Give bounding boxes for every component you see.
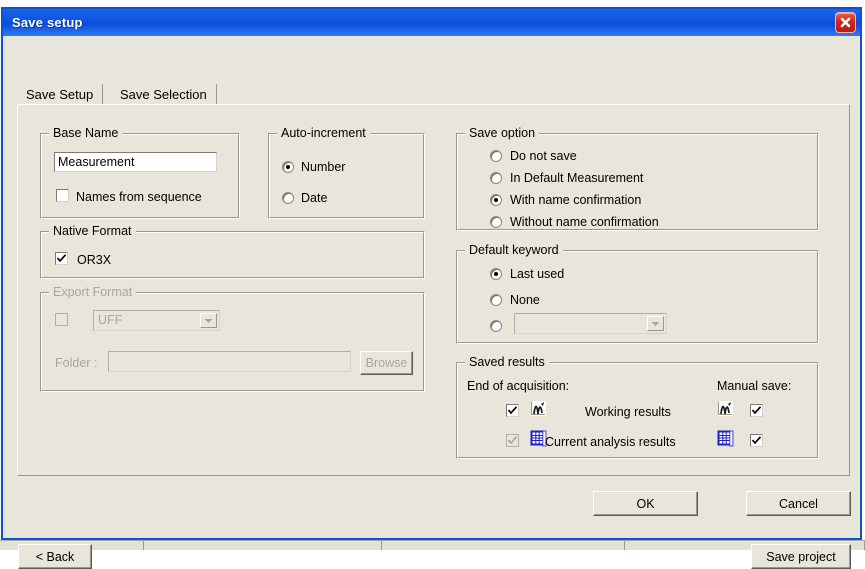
browse-button-label: Browse [365, 356, 408, 370]
radio-auto-increment-date[interactable] [282, 192, 294, 204]
cancel-button-label: Cancel [779, 496, 818, 511]
save-project-button[interactable]: Save project [751, 544, 851, 569]
group-native-format-title: Native Format [49, 224, 136, 238]
names-from-sequence-checkbox[interactable] [56, 189, 69, 202]
title-bar[interactable]: Save setup [3, 9, 860, 36]
current-analysis-results-label: Current analysis results [545, 435, 676, 449]
waveform-icon [530, 400, 547, 417]
save-setup-dialog: Save setup Save Setup Save Selection Bas… [1, 7, 862, 569]
radio-keyword-none[interactable] [490, 294, 502, 306]
or3x-label: OR3X [77, 253, 112, 267]
end-of-acquisition-current-analysis-results-checkbox[interactable] [506, 434, 519, 447]
radio-without-name-confirmation[interactable] [490, 216, 502, 228]
end-of-acquisition-working-results-checkbox[interactable] [506, 404, 519, 417]
radio-with-name-confirmation[interactable] [490, 194, 502, 206]
export-format-combo-value: UFF [98, 313, 123, 327]
radio-do-not-save-label: Do not save [510, 149, 577, 163]
end-of-acquisition-label: End of acquisition: [467, 379, 570, 393]
browse-button[interactable]: Browse [360, 351, 413, 375]
tab-save-selection[interactable]: Save Selection [111, 84, 217, 106]
manual-save-label: Manual save: [717, 379, 792, 393]
ok-button[interactable]: OK [593, 491, 698, 516]
base-name-input[interactable] [54, 152, 217, 172]
radio-in-default-measurement[interactable] [490, 172, 502, 184]
group-auto-increment: Auto-increment Number Date [268, 126, 425, 219]
radio-with-name-confirmation-label: With name confirmation [510, 193, 642, 207]
group-saved-results-title: Saved results [465, 355, 549, 369]
group-native-format: Native Format OR3X [40, 224, 425, 279]
export-folder-label: Folder : [55, 356, 98, 370]
or3x-checkbox[interactable] [55, 252, 68, 265]
names-from-sequence-label: Names from sequence [76, 190, 202, 204]
group-default-keyword-title: Default keyword [465, 243, 563, 257]
group-default-keyword: Default keyword Last used None [456, 243, 819, 344]
working-results-label: Working results [585, 405, 671, 419]
back-button-label: < Back [35, 549, 75, 564]
window-title: Save setup [12, 15, 83, 30]
radio-keyword-last-used-label: Last used [510, 267, 565, 281]
group-saved-results: Saved results End of acquisition: Manual… [456, 355, 819, 459]
chevron-down-icon[interactable] [200, 313, 217, 328]
dialog-client-area: Save Setup Save Selection Base Name Name… [3, 36, 860, 569]
group-save-option-title: Save option [465, 126, 540, 140]
ok-button-label: OK [636, 496, 655, 511]
default-keyword-combo[interactable] [514, 313, 667, 334]
export-folder-input[interactable] [108, 351, 351, 372]
tab-save-setup[interactable]: Save Setup [17, 84, 104, 106]
radio-auto-increment-number-label: Number [301, 160, 346, 174]
radio-keyword-none-label: None [510, 293, 540, 307]
save-project-button-label: Save project [766, 549, 836, 564]
radio-in-default-measurement-label: In Default Measurement [510, 171, 644, 185]
export-format-enable-checkbox[interactable] [55, 313, 68, 326]
chevron-down-icon[interactable] [647, 316, 664, 331]
export-format-combo[interactable]: UFF [93, 310, 220, 331]
close-icon[interactable] [835, 12, 856, 33]
back-button[interactable]: < Back [18, 544, 92, 569]
table-grid-icon [717, 430, 734, 447]
group-export-format: Export Format UFF Folder : Browse [40, 285, 425, 392]
group-base-name-title: Base Name [49, 126, 123, 140]
tab-save-selection-label: Save Selection [120, 87, 207, 102]
group-export-format-title: Export Format [49, 285, 137, 299]
manual-save-current-analysis-results-checkbox[interactable] [750, 434, 763, 447]
waveform-icon [717, 400, 734, 417]
manual-save-working-results-checkbox[interactable] [750, 404, 763, 417]
radio-auto-increment-number[interactable] [282, 161, 294, 173]
radio-auto-increment-date-label: Date [301, 191, 328, 205]
group-auto-increment-title: Auto-increment [277, 126, 370, 140]
cancel-button[interactable]: Cancel [746, 491, 851, 516]
radio-do-not-save[interactable] [490, 150, 502, 162]
tab-save-setup-label: Save Setup [26, 87, 94, 102]
radio-keyword-custom[interactable] [490, 320, 502, 332]
radio-keyword-last-used[interactable] [490, 268, 502, 280]
radio-without-name-confirmation-label: Without name confirmation [510, 215, 659, 229]
tab-strip: Save Setup Save Selection [17, 84, 850, 106]
group-base-name: Base Name Names from sequence [40, 126, 240, 219]
group-save-option: Save option Do not save In Default Measu… [456, 126, 819, 231]
